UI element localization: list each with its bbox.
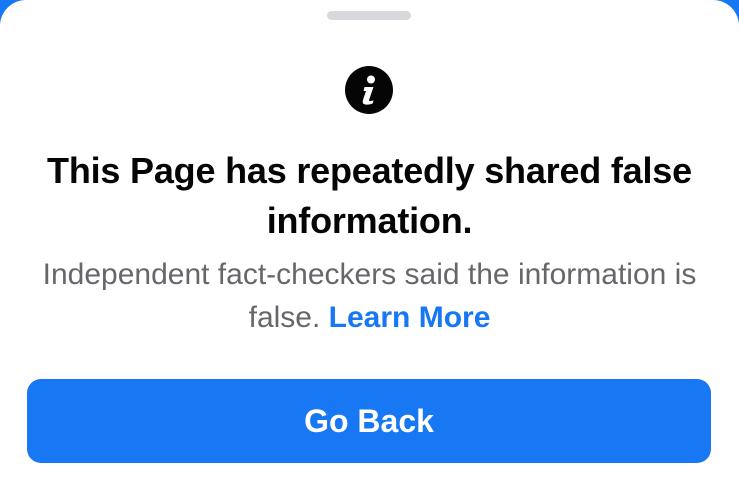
dialog-body: Independent fact-checkers said the infor… — [20, 253, 719, 339]
go-back-button[interactable]: Go Back — [27, 379, 711, 463]
info-icon — [345, 66, 393, 114]
dialog-title: This Page has repeatedly shared false in… — [47, 150, 692, 241]
bottom-sheet-dialog: This Page has repeatedly shared false in… — [0, 0, 739, 478]
sheet-grabber-handle[interactable] — [327, 11, 411, 20]
learn-more-link[interactable]: Learn More — [329, 301, 491, 334]
